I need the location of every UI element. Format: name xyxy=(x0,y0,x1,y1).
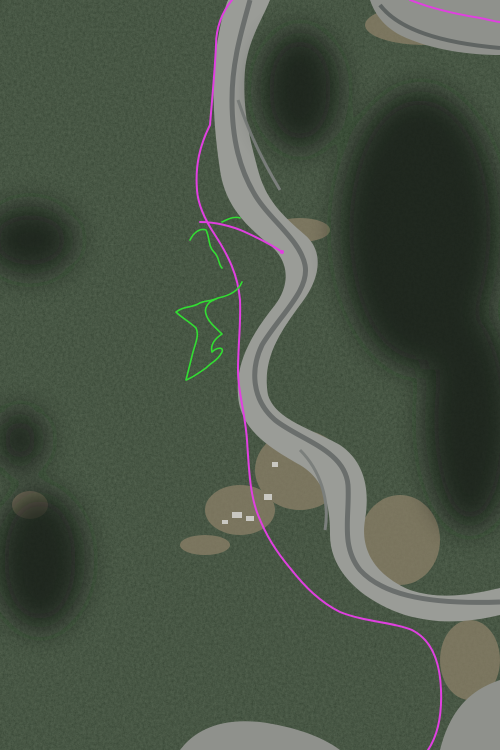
clearing-patch xyxy=(180,535,230,555)
cloud-shadow xyxy=(260,30,340,150)
building xyxy=(264,494,272,500)
building xyxy=(222,520,228,524)
track-waypoint[interactable] xyxy=(280,250,284,254)
satellite-map[interactable] xyxy=(0,0,500,750)
map-canvas[interactable] xyxy=(0,0,500,750)
building xyxy=(272,462,278,467)
building xyxy=(246,516,254,521)
building xyxy=(232,512,242,518)
